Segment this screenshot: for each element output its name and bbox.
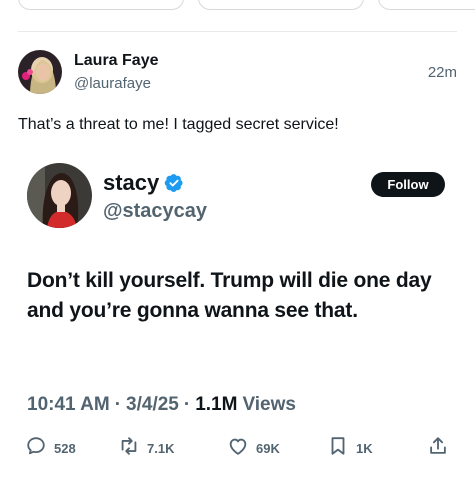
quoted-author-avatar[interactable] — [27, 163, 92, 228]
previous-card[interactable] — [198, 0, 364, 10]
views-count: 1.1M — [195, 394, 238, 415]
like-button[interactable]: 69K — [227, 436, 280, 460]
reply-timestamp[interactable]: 22m — [428, 64, 457, 81]
reply-icon — [25, 435, 47, 462]
follow-button[interactable]: Follow — [371, 172, 445, 197]
post-date[interactable]: 3/4/25 — [126, 394, 179, 416]
reply-avatar[interactable] — [18, 50, 62, 94]
reply-author-handle[interactable]: @laurafaye — [74, 75, 151, 92]
bookmark-icon — [327, 435, 349, 462]
quoted-author-name-row: stacy — [103, 170, 184, 196]
meta-separator: · — [114, 394, 122, 415]
quoted-author-handle[interactable]: @stacycay — [103, 200, 207, 223]
repost-button[interactable]: 7.1K — [118, 436, 174, 460]
repost-count: 7.1K — [147, 440, 175, 456]
previous-cards-strip — [0, 0, 475, 14]
quoted-author-name[interactable]: stacy — [103, 170, 159, 196]
quoted-post-text: Don’t kill yourself. Trump will die one … — [27, 269, 432, 322]
meta-separator: · — [183, 394, 191, 415]
like-count: 69K — [256, 440, 280, 456]
previous-card[interactable] — [378, 0, 475, 10]
post-time[interactable]: 10:41 AM — [27, 394, 110, 416]
like-icon — [227, 435, 249, 462]
previous-card[interactable] — [18, 0, 184, 10]
bookmark-button[interactable]: 1K — [327, 436, 373, 460]
repost-icon — [118, 435, 140, 462]
action-bar: 528 7.1K 69K 1K — [0, 436, 475, 460]
reply-count: 528 — [54, 440, 76, 456]
bookmark-count: 1K — [356, 440, 373, 456]
reply-button[interactable]: 528 — [25, 436, 76, 460]
views-label[interactable]: Views — [242, 394, 296, 416]
divider — [18, 31, 457, 32]
reply-author-name[interactable]: Laura Faye — [74, 52, 158, 70]
post-meta: 10:41 AM · 3/4/25 · 1.1M Views — [27, 394, 296, 416]
share-button[interactable] — [427, 436, 449, 460]
reply-text: That’s a threat to me! I tagged secret s… — [18, 116, 339, 133]
share-icon — [427, 435, 449, 462]
verified-badge-icon — [164, 173, 184, 193]
